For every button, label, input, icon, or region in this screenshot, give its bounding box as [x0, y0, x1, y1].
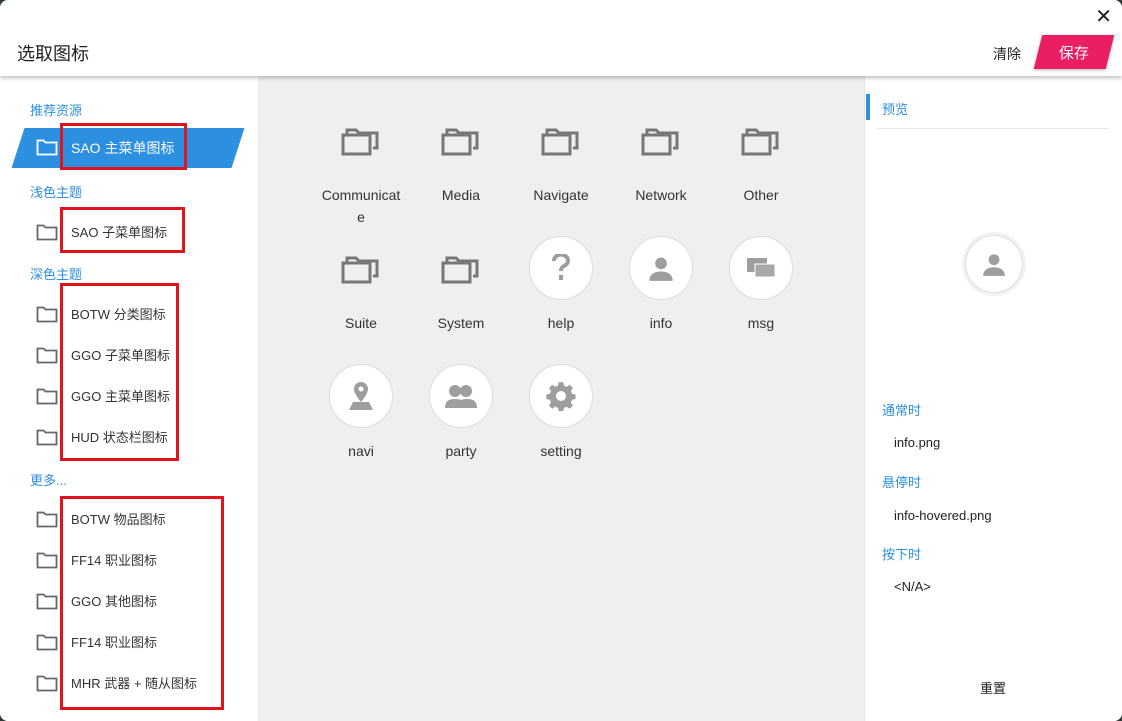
- folder-icon: [36, 428, 58, 451]
- user-icon: [629, 236, 693, 300]
- folder-icon: [429, 236, 493, 300]
- folder-icon: [36, 633, 58, 656]
- icon-item-label: help: [547, 315, 575, 331]
- sidebar-section-heading: 推荐资源: [30, 103, 83, 118]
- icon-item[interactable]: navi: [311, 340, 411, 460]
- annotation-box: [60, 283, 179, 461]
- help-icon: [529, 236, 593, 300]
- icon-item-label: Navigate: [533, 187, 589, 203]
- icon-item-label: Other: [743, 187, 779, 203]
- icon-item[interactable]: setting: [511, 340, 611, 460]
- icon-item[interactable]: party: [411, 340, 511, 460]
- save-label: 保存: [1058, 44, 1089, 62]
- preview-panel: 预览 通常时 info.png 悬停时 info-hovered.png 按下时…: [864, 76, 1122, 721]
- icon-item-label: Network: [635, 187, 687, 203]
- folder-icon: [36, 551, 58, 574]
- folder-icon: [36, 346, 58, 369]
- normal-label: 通常时: [882, 403, 922, 418]
- close-icon[interactable]: ✕: [1095, 4, 1112, 29]
- dialog-header: 选取图标 ✕ 清除 保存: [0, 0, 1122, 76]
- icon-item[interactable]: Other: [711, 84, 811, 204]
- folder-icon: [36, 510, 58, 533]
- icon-item-label: info: [649, 315, 673, 331]
- icon-item[interactable]: Media: [411, 84, 511, 204]
- icon-item-label: Suite: [345, 315, 377, 331]
- folder-icon: [36, 223, 58, 246]
- divider: [877, 128, 1109, 129]
- preview-tab-indicator: [866, 94, 870, 120]
- folder-icon: [36, 387, 58, 410]
- icon-item[interactable]: Navigate: [511, 84, 611, 204]
- sidebar-section-heading: 深色主题: [30, 267, 83, 282]
- sidebar-section-heading: 浅色主题: [30, 185, 83, 200]
- map-pin-icon: [329, 364, 393, 428]
- icon-item[interactable]: info: [611, 212, 711, 332]
- dialog-title: 选取图标: [17, 44, 89, 64]
- chat-icon: [729, 236, 793, 300]
- icon-item-label: Media: [441, 187, 481, 203]
- annotation-box: [60, 123, 187, 170]
- folder-icon: [529, 108, 593, 172]
- preview-title: 预览: [882, 102, 909, 117]
- folder-icon: [36, 592, 58, 615]
- annotation-box: [60, 496, 224, 710]
- select-icon-dialog: 选取图标 ✕ 清除 保存 推荐资源 浅色主题 深色主题 更多... SAO 主菜单图标 S…: [0, 0, 1122, 721]
- preview-user-icon: [965, 235, 1023, 293]
- icon-item[interactable]: Suite: [311, 212, 411, 332]
- icon-item-label: System: [437, 315, 485, 331]
- gear-icon: [529, 364, 593, 428]
- icon-item[interactable]: System: [411, 212, 511, 332]
- sidebar-section-heading: 更多...: [30, 473, 67, 488]
- folder-icon: [329, 108, 393, 172]
- folder-icon: [629, 108, 693, 172]
- save-button[interactable]: 保存: [1033, 35, 1115, 69]
- icon-item[interactable]: Network: [611, 84, 711, 204]
- annotation-box: [60, 207, 185, 253]
- icon-item-label: navi: [348, 443, 374, 459]
- folder-icon: [429, 108, 493, 172]
- icon-item[interactable]: Communicate: [311, 84, 411, 225]
- pressed-label: 按下时: [882, 547, 922, 562]
- icon-item[interactable]: help: [511, 212, 611, 332]
- folder-icon: [36, 674, 58, 697]
- folder-icon: [36, 305, 58, 328]
- normal-value: info.png: [894, 435, 941, 450]
- hover-label: 悬停时: [882, 475, 922, 490]
- icon-item[interactable]: msg: [711, 212, 811, 332]
- reset-button[interactable]: 重置: [980, 678, 1006, 697]
- icon-item-label: msg: [747, 315, 775, 331]
- folder-icon: [729, 108, 793, 172]
- pressed-value: <N/A>: [894, 579, 931, 594]
- icon-grid: Communicate Media Navigate Network Other Suit…: [258, 76, 864, 721]
- hover-value: info-hovered.png: [894, 508, 992, 523]
- icon-item-label: setting: [540, 443, 582, 459]
- icon-item-label: party: [445, 443, 477, 459]
- clear-button[interactable]: 清除: [993, 44, 1021, 64]
- folder-icon: [36, 138, 58, 161]
- folder-icon: [329, 236, 393, 300]
- group-icon: [429, 364, 493, 428]
